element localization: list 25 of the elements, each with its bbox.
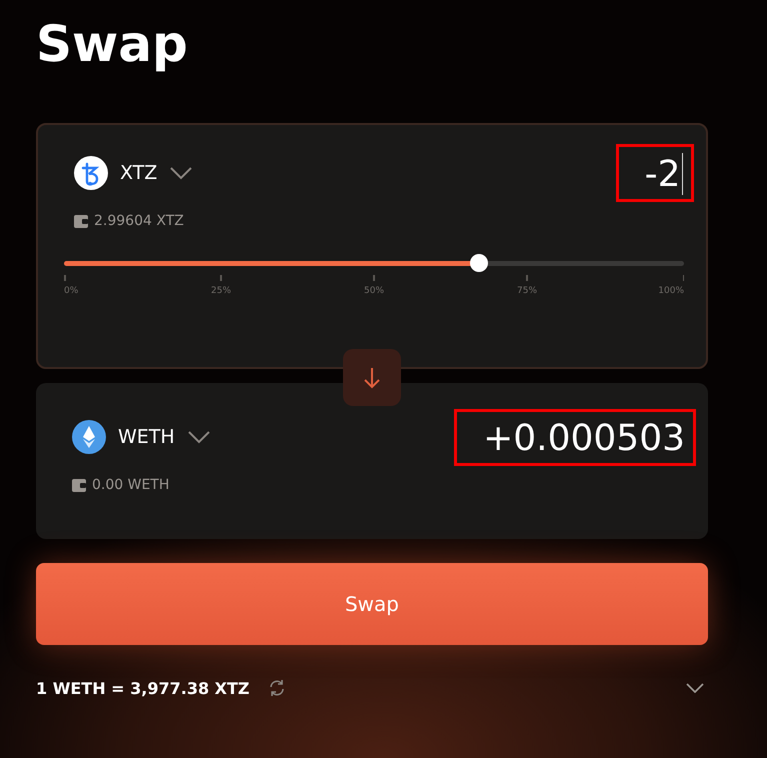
tick-label: 50% [364,286,384,296]
token-name: WETH [118,426,175,448]
chevron-down-icon[interactable] [186,430,211,444]
coin-icon [72,420,106,454]
tick-label: 75% [517,286,538,296]
flip-button[interactable] [343,349,401,406]
chevron-down-icon[interactable] [169,166,194,180]
tick-label: 100% [658,286,684,296]
page-title: Swap [36,14,189,75]
wallet-icon [72,478,86,492]
exchange-rate: 1 WETH = 3,977.38 XTZ [36,678,250,698]
amount-field[interactable]: -2 [616,144,694,202]
balance-text: 2.99604 XTZ [94,213,184,229]
slider-track[interactable] [64,254,684,272]
arrow-down-icon [363,366,381,388]
coin-icon [74,156,108,190]
tick-label: 25% [211,286,232,296]
amount-field[interactable]: +0.000503 [454,408,696,466]
balance-text: 0.00 WETH [92,477,170,493]
tick-label: 0% [64,286,78,296]
wallet-icon [74,214,88,228]
chevron-down-icon[interactable] [686,683,704,693]
refresh-icon[interactable] [268,679,286,697]
slider-thumb[interactable] [470,254,488,272]
token-name: XTZ [120,162,158,184]
